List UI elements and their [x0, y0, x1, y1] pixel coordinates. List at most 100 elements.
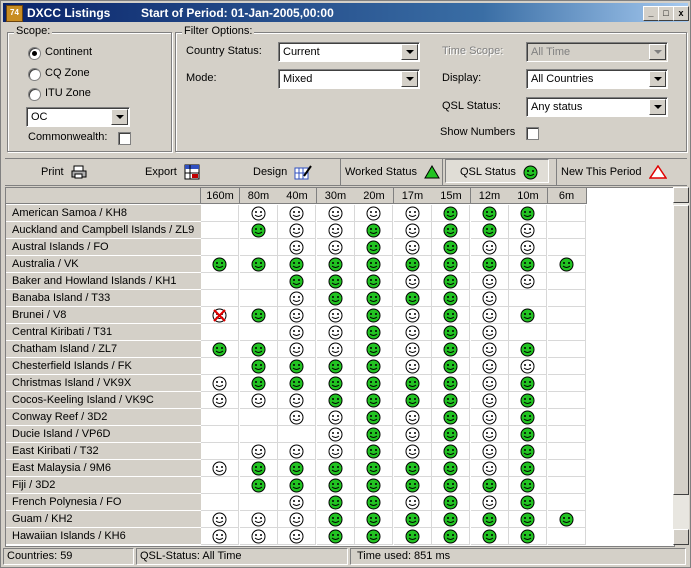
grid-cell[interactable] [355, 324, 393, 341]
grid-cell[interactable] [393, 341, 432, 358]
country-status-select[interactable]: Current [278, 42, 420, 62]
vertical-scrollbar[interactable] [673, 187, 689, 545]
band-header[interactable]: 10m [509, 188, 548, 204]
grid-cell[interactable] [278, 341, 316, 358]
grid-cell[interactable] [201, 392, 239, 409]
grid-cell[interactable] [316, 443, 355, 460]
grid-cell[interactable] [278, 222, 316, 239]
grid-cell[interactable] [393, 375, 432, 392]
grid-cell[interactable] [239, 256, 278, 273]
grid-cell[interactable] [547, 205, 586, 222]
grid-cell[interactable] [355, 290, 393, 307]
country-name[interactable]: Baker and Howland Islands / KH1 [6, 273, 201, 290]
minimize-button[interactable]: _ [643, 6, 659, 21]
grid-cell[interactable] [201, 528, 239, 545]
grid-cell[interactable] [278, 426, 316, 443]
grid-cell[interactable] [432, 494, 470, 511]
grid-cell[interactable] [278, 443, 316, 460]
country-name[interactable]: Cocos-Keeling Island / VK9C [6, 392, 201, 409]
grid-cell[interactable] [355, 460, 393, 477]
grid-cell[interactable] [393, 443, 432, 460]
grid-cell[interactable] [201, 256, 239, 273]
grid-cell[interactable] [278, 290, 316, 307]
country-name[interactable]: Australia / VK [6, 256, 201, 273]
grid-cell[interactable] [432, 290, 470, 307]
band-header[interactable]: 20m [355, 188, 394, 204]
grid-cell[interactable] [509, 494, 547, 511]
grid-cell[interactable] [509, 528, 547, 545]
chevron-down-icon[interactable] [649, 44, 666, 60]
grid-cell[interactable] [509, 375, 547, 392]
chevron-down-icon[interactable] [649, 99, 666, 115]
grid-cell[interactable] [201, 511, 239, 528]
grid-cell[interactable] [432, 358, 470, 375]
radio-continent-label[interactable]: Continent [45, 46, 92, 58]
close-button[interactable]: x [673, 6, 689, 21]
dxcc-grid[interactable]: 160m 80m 40m 30m 20m 17m 15m 12m 10m 6m American S… [5, 187, 675, 547]
grid-cell[interactable] [278, 273, 316, 290]
grid-cell[interactable] [355, 222, 393, 239]
grid-cell[interactable] [547, 477, 586, 494]
grid-cell[interactable] [509, 477, 547, 494]
grid-cell[interactable] [393, 324, 432, 341]
band-header[interactable]: 12m [470, 188, 510, 204]
band-header[interactable]: 17m [393, 188, 433, 204]
country-name[interactable]: Central Kiribati / T31 [6, 324, 201, 341]
grid-cell[interactable] [239, 307, 278, 324]
grid-cell[interactable] [470, 528, 509, 545]
grid-cell[interactable] [239, 477, 278, 494]
grid-cell[interactable] [509, 511, 547, 528]
grid-cell[interactable] [393, 409, 432, 426]
grid-cell[interactable] [355, 205, 393, 222]
grid-cell[interactable] [278, 205, 316, 222]
grid-cell[interactable] [278, 239, 316, 256]
grid-cell[interactable] [355, 273, 393, 290]
grid-cell[interactable] [509, 392, 547, 409]
grid-cell[interactable] [355, 443, 393, 460]
print-button[interactable]: Print [41, 159, 87, 185]
grid-cell[interactable] [239, 358, 278, 375]
country-name[interactable]: French Polynesia / FO [6, 494, 201, 511]
grid-cell[interactable] [239, 273, 278, 290]
country-name[interactable]: Chatham Island / ZL7 [6, 341, 201, 358]
grid-cell[interactable] [393, 494, 432, 511]
grid-cell[interactable] [239, 222, 278, 239]
grid-cell[interactable] [393, 528, 432, 545]
country-name[interactable]: Hawaiian Islands / KH6 [6, 528, 201, 545]
band-header[interactable]: 30m [316, 188, 356, 204]
chevron-down-icon[interactable] [401, 44, 418, 60]
grid-cell[interactable] [432, 205, 470, 222]
maximize-button[interactable]: □ [658, 6, 674, 21]
grid-cell[interactable] [316, 426, 355, 443]
grid-cell[interactable] [432, 307, 470, 324]
continent-select[interactable]: OC [26, 107, 130, 127]
grid-cell[interactable] [316, 477, 355, 494]
display-select[interactable]: All Countries [526, 69, 668, 89]
grid-cell[interactable] [432, 460, 470, 477]
grid-cell[interactable] [316, 460, 355, 477]
grid-cell[interactable] [201, 290, 239, 307]
grid-cell[interactable] [470, 409, 509, 426]
grid-cell[interactable] [509, 324, 547, 341]
grid-cell[interactable] [239, 511, 278, 528]
grid-cell[interactable] [355, 528, 393, 545]
title-bar[interactable]: 74 DXCC Listings Start of Period: 01-Jan… [3, 3, 689, 22]
grid-cell[interactable] [470, 426, 509, 443]
grid-cell[interactable] [278, 494, 316, 511]
grid-cell[interactable] [470, 324, 509, 341]
country-name[interactable]: Ducie Island / VP6D [6, 426, 201, 443]
grid-cell[interactable] [393, 358, 432, 375]
grid-cell[interactable] [316, 511, 355, 528]
mode-select[interactable]: Mixed [278, 69, 420, 89]
grid-cell[interactable] [355, 256, 393, 273]
grid-cell[interactable] [393, 273, 432, 290]
grid-cell[interactable] [432, 256, 470, 273]
country-name[interactable]: East Kiribati / T32 [6, 443, 201, 460]
grid-cell[interactable] [201, 222, 239, 239]
grid-cell[interactable] [547, 375, 586, 392]
grid-cell[interactable] [393, 307, 432, 324]
grid-cell[interactable] [547, 392, 586, 409]
country-name[interactable]: Conway Reef / 3D2 [6, 409, 201, 426]
radio-continent[interactable] [28, 47, 41, 60]
country-name[interactable]: Guam / KH2 [6, 511, 201, 528]
